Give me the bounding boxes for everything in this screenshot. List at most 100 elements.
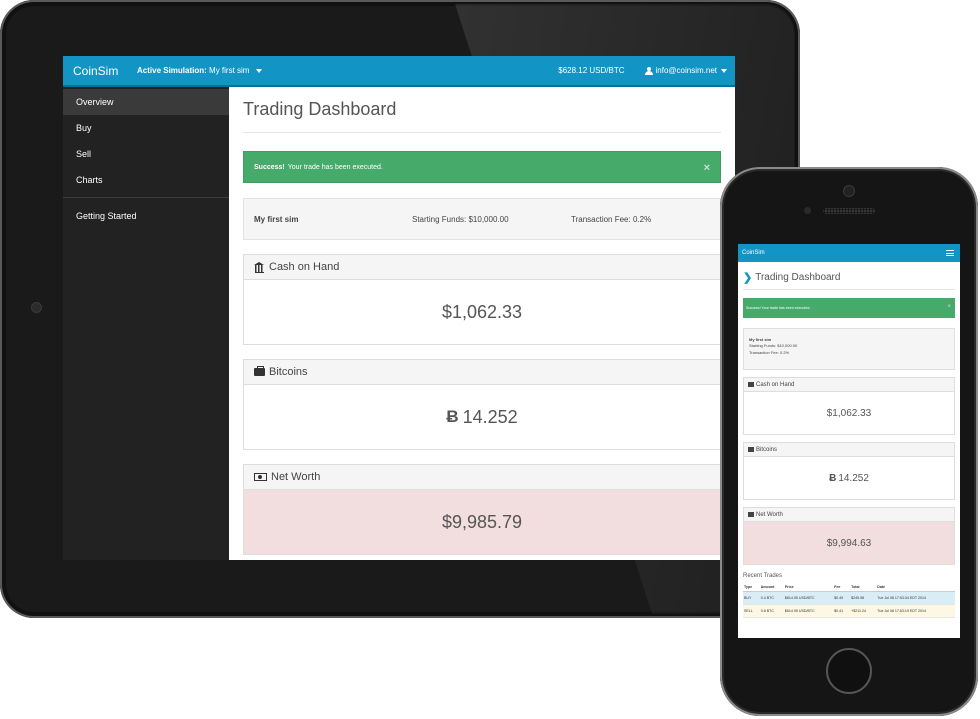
btc-price: $628.12 USD/BTC [558,66,625,75]
tablet-device: CoinSim Active Simulation: My first sim … [0,0,800,618]
phone-speaker [823,208,875,214]
phone-device: CoinSim ❯ Trading Dashboard Success! You… [720,167,978,716]
phone-success-alert: Success! Your trade has been executed. × [743,298,955,318]
bitcoins-panel: Bitcoins Ƀ 14.252 [243,359,721,450]
net-worth-value: $9,985.79 [244,490,720,554]
phone-cash-value: $1,062.33 [826,407,872,419]
alert-strong: Success! [254,163,285,171]
briefcase-icon [748,447,754,452]
user-menu-dropdown[interactable]: info@coinsim.net [644,66,727,75]
phone-sim-info-well: My first sim Starting Funds: $10,000.00 … [743,328,955,370]
column-header: Total [850,583,877,592]
column-header: Fee [833,583,851,592]
phone-net-worth-value: $9,994.63 [744,522,954,564]
recent-trades-title: Recent Trades [743,573,783,579]
table-header-row: Type Amount Price Fee Total Date [743,583,955,592]
trade-date: Tue Jul 08 17:53:34 EDT 2014 [876,591,955,605]
main-content: Trading Dashboard Success! Your trade ha… [243,87,721,560]
sidebar-divider [63,197,229,198]
transaction-fee: Transaction Fee: 0.2% [571,214,652,224]
column-header: Type [743,583,760,592]
tablet-camera [32,303,41,312]
phone-transaction-fee: Transaction Fee: 0.2% [749,350,790,355]
active-simulation-dropdown[interactable]: Active Simulation: My first sim [137,66,262,75]
phone-cash-heading: Cash on Hand [744,378,954,392]
cash-panel-heading: Cash on Hand [244,255,720,280]
trade-total: $245.98 [850,591,877,605]
home-button[interactable] [826,648,872,694]
chevron-right-icon[interactable]: ❯ [743,271,752,284]
sidebar-item-buy[interactable]: Buy [63,115,229,141]
phone-bitcoins-heading: Bitcoins [744,443,954,457]
top-navbar: CoinSim Active Simulation: My first sim … [63,56,735,87]
title-divider [243,132,721,133]
net-worth-panel: Net Worth $9,985.79 [243,464,721,555]
page-title: Trading Dashboard [243,99,397,119]
phone-cash-title: Cash on Hand [756,381,795,388]
bitcoins-value: 14.252 [462,406,518,427]
phone-net-worth-heading: Net Worth [744,508,954,522]
caret-down-icon [721,68,727,73]
sidebar-item-charts[interactable]: Charts [63,167,229,193]
bitcoin-icon: Ƀ [446,407,459,426]
sidebar-item-sell[interactable]: Sell [63,141,229,167]
table-row: BUY 0.4 BTC $614.95 USD/BTC $0.49 $245.9… [743,591,955,605]
brand-logo[interactable]: CoinSim [63,64,137,78]
phone-main-content: ❯ Trading Dashboard Success! Your trade … [738,271,960,618]
net-worth-panel-title: Net Worth [271,471,321,483]
trade-price: $614.95 USD/BTC [783,591,834,605]
trade-total: +$211.24 [850,604,877,618]
close-icon[interactable]: × [704,162,710,174]
phone-brand-logo[interactable]: CoinSim [742,250,765,256]
phone-page-title: ❯ Trading Dashboard [743,271,955,284]
sim-name: My first sim [254,214,299,224]
close-icon[interactable]: × [947,304,951,310]
column-header: Price [783,583,834,592]
table-row: SELL 0.8 BTC $614.95 USD/BTC $0.41 +$211… [743,604,955,618]
money-icon [748,512,754,517]
trade-fee: $0.41 [833,604,851,618]
sidebar-item-overview[interactable]: Overview [63,89,229,115]
briefcase-icon [254,366,265,376]
phone-net-worth-title: Net Worth [756,511,783,518]
trade-amount: 0.4 BTC [759,591,784,605]
cash-panel: Cash on Hand $1,062.33 [243,254,721,345]
net-worth-panel-heading: Net Worth [244,465,720,490]
cash-panel-title: Cash on Hand [269,261,340,273]
money-icon [254,473,267,481]
phone-bitcoins-title: Bitcoins [756,446,778,453]
trade-amount: 0.8 BTC [759,604,784,618]
caret-down-icon [255,68,262,73]
phone-cash-panel: Cash on Hand $1,062.33 [743,377,955,435]
active-sim-label: Active Simulation: [137,66,207,75]
bitcoin-icon: Ƀ [829,472,837,484]
sidebar-item-getting-started[interactable]: Getting Started [63,203,229,229]
cash-value: $1,062.33 [441,301,523,322]
bitcoins-panel-body: Ƀ 14.252 [244,385,720,449]
active-sim-value: My first sim [209,66,250,75]
hamburger-icon[interactable] [946,250,954,256]
bank-icon [254,262,265,273]
bank-icon [748,382,754,387]
phone-title-text: Trading Dashboard [755,272,841,283]
phone-navbar: CoinSim [738,244,960,262]
phone-title-divider [743,289,955,290]
alert-text: Your trade has been executed. [287,163,383,171]
trade-date: Tue Jul 08 17:53:19 EDT 2014 [876,604,955,618]
starting-funds: Starting Funds: $10,000.00 [412,214,509,224]
sidebar: Overview Buy Sell Charts Getting Started [63,87,229,560]
recent-trades-table: Type Amount Price Fee Total Date BUY 0.4… [743,583,955,618]
sim-info-well: My first sim Starting Funds: $10,000.00 … [243,198,721,240]
user-email: info@coinsim.net [655,66,717,75]
user-icon [644,66,653,75]
tablet-screen: CoinSim Active Simulation: My first sim … [63,56,735,560]
trade-type: SELL [743,604,760,618]
phone-net-worth-panel: Net Worth $9,994.63 [743,507,955,565]
column-header: Amount [759,583,784,592]
phone-screen: CoinSim ❯ Trading Dashboard Success! You… [738,244,960,638]
phone-starting-funds: Starting Funds: $10,000.00 [749,343,798,348]
phone-camera [844,186,854,196]
phone-bitcoins-value: 14.252 [838,472,869,484]
success-alert: Success! Your trade has been executed. × [243,151,721,183]
column-header: Date [876,583,955,592]
